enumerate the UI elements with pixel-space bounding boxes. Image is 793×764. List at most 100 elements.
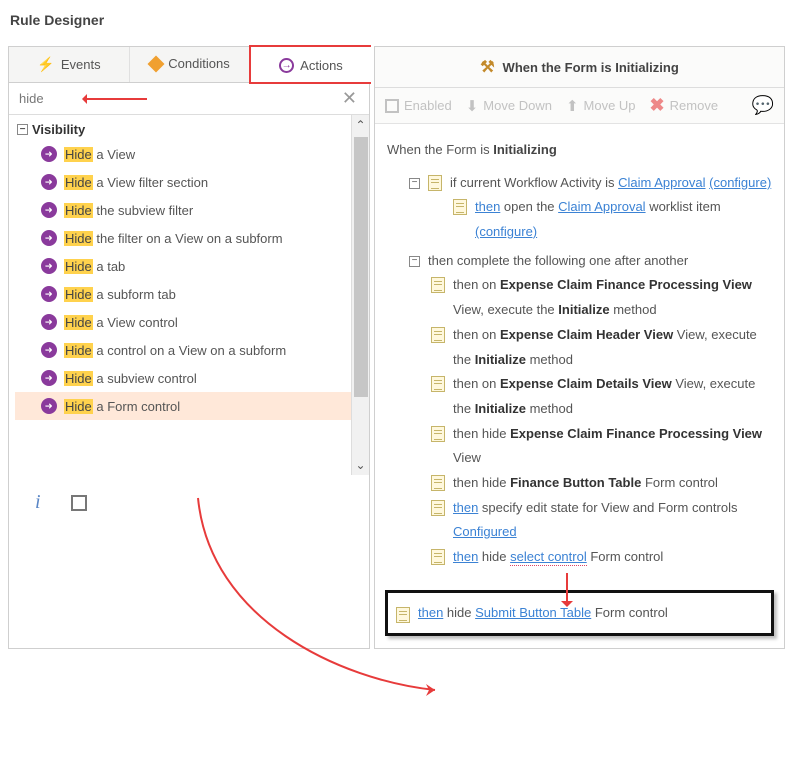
link-claim-approval[interactable]: Claim Approval — [618, 175, 705, 190]
collapse-icon[interactable]: − — [409, 256, 420, 267]
rule-body: When the Form is Initializing − if curre… — [375, 124, 784, 582]
tab-label: Conditions — [168, 56, 229, 71]
arrow-circle-icon — [41, 258, 57, 274]
sheet-icon — [428, 175, 442, 191]
actions-tree: − Visibility Hide a View Hide a View filt… — [9, 115, 351, 475]
left-panel: ⚡Events Conditions →Actions ✕ − Visibili… — [8, 46, 370, 649]
link-configure[interactable]: (configure) — [709, 175, 771, 190]
link-then[interactable]: then — [418, 605, 443, 620]
action-label: Hide a View filter section — [64, 175, 208, 190]
tab-conditions[interactable]: Conditions — [130, 47, 251, 82]
tabs: ⚡Events Conditions →Actions — [9, 47, 369, 83]
scroll-down-icon[interactable]: ⌄ — [352, 455, 369, 475]
step-configured[interactable]: then specify edit state for View and For… — [431, 496, 772, 545]
group-visibility[interactable]: − Visibility — [15, 119, 351, 140]
link-then[interactable]: then — [475, 199, 500, 214]
rule-step[interactable]: then hide Finance Button Table Form cont… — [431, 471, 772, 496]
arrow-circle-icon — [41, 174, 57, 190]
collapse-icon[interactable]: − — [17, 124, 28, 135]
step-text: then on Expense Claim Finance Processing… — [453, 273, 772, 322]
scrollbar[interactable]: ⌃ ⌄ — [351, 115, 369, 475]
scroll-up-icon[interactable]: ⌃ — [352, 115, 369, 135]
step-text: then on Expense Claim Header View View, … — [453, 323, 772, 372]
link-then[interactable]: then — [453, 500, 478, 515]
sheet-icon — [431, 500, 445, 516]
action-item[interactable]: Hide a control on a View on a subform — [15, 336, 351, 364]
move-up-button[interactable]: ⬆ Move Up — [566, 97, 636, 115]
remove-button[interactable]: ✖Remove — [650, 95, 719, 116]
text: worklist item — [646, 199, 721, 214]
square-icon[interactable] — [71, 495, 87, 511]
step-text: then hide Finance Button Table Form cont… — [453, 471, 772, 496]
rule-header-text: When the Form is Initializing — [503, 60, 679, 75]
link-configure[interactable]: (configure) — [475, 224, 537, 239]
text: open the — [500, 199, 558, 214]
action-label: Hide the subview filter — [64, 203, 193, 218]
sheet-icon — [431, 475, 445, 491]
action-label: Hide a subform tab — [64, 287, 176, 302]
text: Form control — [587, 549, 664, 564]
action-label: Hide a tab — [64, 259, 125, 274]
tool-label: Move Up — [584, 98, 636, 113]
search-input[interactable] — [17, 87, 338, 110]
sheet-icon — [431, 426, 445, 442]
step-text: then on Expense Claim Details View View,… — [453, 372, 772, 421]
down-icon: ⬇ — [466, 97, 479, 115]
step-select-control[interactable]: then hide select control Form control — [431, 545, 772, 570]
action-item[interactable]: Hide a View — [15, 140, 351, 168]
step-text: then hide Expense Claim Finance Processi… — [453, 422, 772, 471]
sheet-icon — [431, 376, 445, 392]
action-item[interactable]: Hide a Form control — [15, 392, 351, 420]
rule-step[interactable]: then on Expense Claim Details View View,… — [431, 372, 772, 421]
info-icon[interactable]: i — [35, 491, 41, 514]
text: hide — [478, 549, 510, 564]
rule-step[interactable]: then hide Expense Claim Finance Processi… — [431, 422, 772, 471]
action-label: Hide the filter on a View on a subform — [64, 231, 283, 246]
arrow-circle-icon — [41, 314, 57, 330]
tool-label: Move Down — [483, 98, 552, 113]
comment-icon[interactable]: 💬 — [752, 95, 774, 116]
then-header: − then complete the following one after … — [409, 249, 772, 274]
text: hide — [443, 605, 475, 620]
action-item[interactable]: Hide a subview control — [15, 364, 351, 392]
arrow-circle-icon — [41, 398, 57, 414]
action-item[interactable]: Hide a View filter section — [15, 168, 351, 196]
action-item[interactable]: Hide a tab — [15, 252, 351, 280]
remove-icon: ✖ — [650, 95, 665, 116]
tab-actions[interactable]: →Actions — [249, 45, 371, 84]
action-item[interactable]: Hide a View control — [15, 308, 351, 336]
enabled-toggle[interactable]: Enabled — [385, 98, 452, 113]
footer-icons: i — [9, 475, 369, 530]
text: if current Workflow Activity is — [450, 175, 618, 190]
link-claim-approval[interactable]: Claim Approval — [558, 199, 645, 214]
rule-step[interactable]: then on Expense Claim Finance Processing… — [431, 273, 772, 322]
link-then[interactable]: then — [453, 549, 478, 564]
text: Form control — [591, 605, 668, 620]
action-label: Hide a Form control — [64, 399, 180, 414]
sheet-icon — [396, 607, 410, 623]
result-step[interactable]: then hide Submit Button Table Form contr… — [396, 603, 763, 623]
link-select-control[interactable]: select control — [510, 549, 587, 566]
action-item[interactable]: Hide a subform tab — [15, 280, 351, 308]
collapse-icon[interactable]: − — [409, 178, 420, 189]
tab-events[interactable]: ⚡Events — [9, 47, 130, 82]
link-configured[interactable]: Configured — [453, 524, 517, 539]
result-box: then hide Submit Button Table Form contr… — [385, 590, 774, 636]
toolbar: Enabled ⬇ Move Down ⬆ Move Up ✖Remove 💬 — [375, 88, 784, 124]
checkbox-icon — [385, 99, 399, 113]
up-icon: ⬆ — [566, 97, 579, 115]
arrow-circle-icon — [41, 202, 57, 218]
action-item[interactable]: Hide the filter on a View on a subform — [15, 224, 351, 252]
gavel-icon: ⚒ — [480, 57, 494, 77]
scroll-thumb[interactable] — [354, 137, 368, 397]
rule-step[interactable]: then on Expense Claim Header View View, … — [431, 323, 772, 372]
clear-search-icon[interactable]: ✕ — [338, 88, 361, 109]
action-item[interactable]: Hide the subview filter — [15, 196, 351, 224]
arrow-circle-icon — [41, 230, 57, 246]
condition-block: − if current Workflow Activity is Claim … — [409, 171, 772, 196]
arrow-circle-icon — [41, 286, 57, 302]
move-down-button[interactable]: ⬇ Move Down — [466, 97, 552, 115]
link-submit-button-table[interactable]: Submit Button Table — [475, 605, 591, 620]
arrow-circle-icon — [41, 146, 57, 162]
action-label: Hide a View control — [64, 315, 178, 330]
